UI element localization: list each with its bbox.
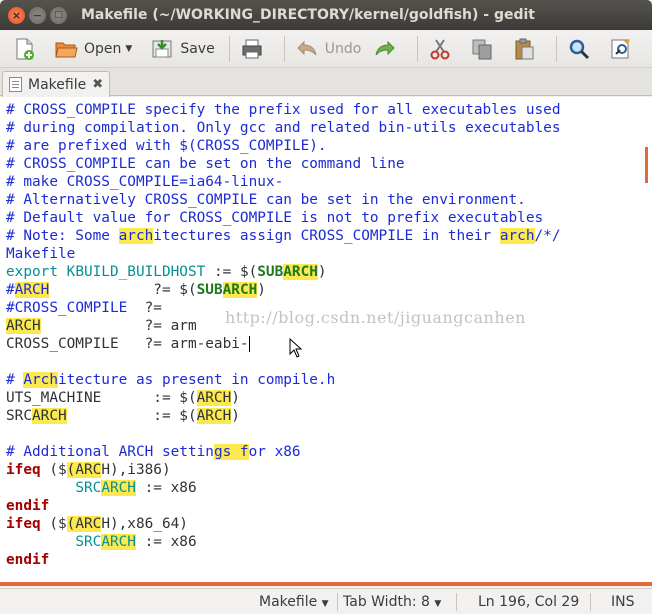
language-selector[interactable]: Makefile ▼ bbox=[259, 594, 329, 610]
replace-button[interactable] bbox=[605, 33, 643, 65]
code-line: # Alternatively CROSS_COMPILE can be set… bbox=[6, 192, 526, 208]
code-line: # Additional ARCH settings for x86 bbox=[6, 444, 301, 460]
status-separator bbox=[590, 593, 591, 611]
window-title: Makefile (~/WORKING_DIRECTORY/kernel/gol… bbox=[81, 7, 535, 23]
copy-button[interactable] bbox=[466, 33, 504, 65]
horizontal-scrollbar[interactable] bbox=[0, 582, 652, 586]
window-maximize-button[interactable]: □ bbox=[50, 6, 67, 24]
save-icon bbox=[152, 39, 172, 57]
search-icon bbox=[570, 39, 590, 59]
open-dropdown-icon[interactable]: ▼ bbox=[125, 44, 132, 54]
save-button[interactable]: Save bbox=[146, 33, 218, 65]
undo-button[interactable]: Undo bbox=[291, 33, 366, 65]
tab-close-icon[interactable]: ✖ bbox=[92, 77, 103, 92]
code-line: # CROSS_COMPILE can be set on the comman… bbox=[6, 156, 405, 172]
code-line: # Architecture as present in compile.h bbox=[6, 372, 336, 388]
copy-icon bbox=[472, 39, 492, 59]
cut-button[interactable] bbox=[424, 33, 462, 65]
status-separator bbox=[337, 593, 338, 611]
open-button[interactable]: Open ▼ bbox=[50, 33, 142, 65]
find-replace-icon bbox=[611, 38, 631, 58]
find-button[interactable] bbox=[563, 33, 601, 65]
code-line: #CROSS_COMPILE ?= bbox=[6, 300, 162, 316]
code-line: endif bbox=[6, 552, 50, 568]
open-label: Open bbox=[84, 40, 122, 57]
open-folder-icon bbox=[55, 42, 78, 57]
language-dropdown-icon: ▼ bbox=[321, 599, 329, 609]
document-tab-bar: Makefile ✖ bbox=[0, 68, 652, 97]
title-bar: × − □ Makefile (~/WORKING_DIRECTORY/kern… bbox=[0, 0, 652, 30]
print-button[interactable] bbox=[236, 33, 274, 65]
text-editor[interactable]: # CROSS_COMPILE specify the prefix used … bbox=[0, 97, 652, 586]
code-line: # make CROSS_COMPILE=ia64-linux- bbox=[6, 174, 284, 190]
save-label: Save bbox=[180, 40, 215, 57]
mouse-pointer-icon bbox=[289, 338, 303, 358]
toolbar-separator bbox=[556, 35, 558, 62]
clipboard-paste-icon bbox=[515, 38, 534, 59]
code-line: # are prefixed with $(CROSS_COMPILE). bbox=[6, 138, 327, 154]
toolbar-separator bbox=[417, 35, 419, 62]
code-line: # CROSS_COMPILE specify the prefix used … bbox=[6, 102, 561, 118]
undo-arrow-icon bbox=[296, 40, 317, 55]
code-line: SRCARCH := x86 bbox=[75, 480, 197, 496]
toolbar: Open ▼ Save Undo bbox=[0, 30, 652, 68]
code-line: UTS_MACHINE := $(ARCH) bbox=[6, 390, 240, 406]
tab-label: Makefile bbox=[28, 76, 87, 93]
tab-width-selector[interactable]: Tab Width: 8 ▼ bbox=[343, 594, 441, 610]
code-line: ifeq ($(ARCH),i386) bbox=[6, 462, 171, 478]
new-document-icon bbox=[16, 38, 34, 60]
document-icon bbox=[9, 77, 22, 92]
window-minimize-button[interactable]: − bbox=[29, 6, 46, 24]
insert-mode: INS bbox=[611, 594, 635, 610]
scroll-position-indicator[interactable] bbox=[645, 147, 648, 183]
paste-button[interactable] bbox=[508, 33, 546, 65]
code-line: # Note: Some architectures assign CROSS_… bbox=[6, 228, 561, 244]
status-bar: Makefile ▼ Tab Width: 8 ▼ Ln 196, Col 29… bbox=[0, 588, 652, 614]
tab-makefile[interactable]: Makefile ✖ bbox=[2, 71, 110, 97]
code-line: CROSS_COMPILE ?= arm-eabi- bbox=[6, 336, 250, 352]
new-button[interactable] bbox=[8, 33, 46, 65]
tab-width-label: Tab Width: 8 bbox=[343, 594, 430, 610]
code-line: endif bbox=[6, 498, 50, 514]
tab-width-dropdown-icon: ▼ bbox=[434, 599, 442, 609]
printer-icon bbox=[242, 39, 262, 58]
cursor-position: Ln 196, Col 29 bbox=[478, 594, 580, 610]
code-line: #ARCH ?= $(SUBARCH) bbox=[6, 282, 266, 298]
watermark: http://blog.csdn.net/jiguangcanhen bbox=[225, 308, 526, 327]
language-label: Makefile bbox=[259, 594, 318, 610]
status-separator bbox=[456, 593, 457, 611]
redo-arrow-icon bbox=[375, 40, 395, 55]
code-line: Makefile bbox=[6, 246, 76, 262]
undo-label: Undo bbox=[324, 40, 362, 57]
scissors-icon bbox=[430, 38, 450, 59]
window-close-button[interactable]: × bbox=[8, 6, 25, 24]
code-line: SRCARCH := $(ARCH) bbox=[6, 408, 240, 424]
code-line: # Default value for CROSS_COMPILE is not… bbox=[6, 210, 544, 226]
code-line: ARCH ?= arm bbox=[6, 318, 197, 334]
code-line: SRCARCH := x86 bbox=[75, 534, 197, 550]
text-cursor bbox=[248, 336, 250, 352]
code-line: export KBUILD_BUILDHOST := $(SUBARCH) bbox=[6, 264, 327, 280]
code-line: # during compilation. Only gcc and relat… bbox=[6, 120, 561, 136]
code-line: ifeq ($(ARCH),x86_64) bbox=[6, 516, 188, 532]
toolbar-separator bbox=[228, 35, 230, 62]
redo-button[interactable] bbox=[369, 33, 407, 65]
toolbar-separator bbox=[283, 35, 285, 62]
